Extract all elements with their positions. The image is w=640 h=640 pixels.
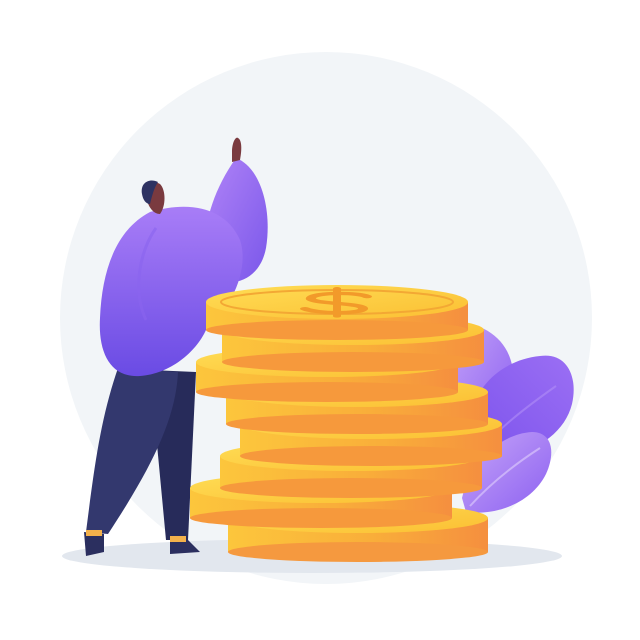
money-growth-illustration xyxy=(60,52,592,584)
person-sock-left xyxy=(86,530,102,536)
coin-top xyxy=(206,285,468,340)
illustration-canvas xyxy=(0,0,640,640)
coin-stack xyxy=(190,285,502,562)
person-sock-right xyxy=(170,536,186,542)
